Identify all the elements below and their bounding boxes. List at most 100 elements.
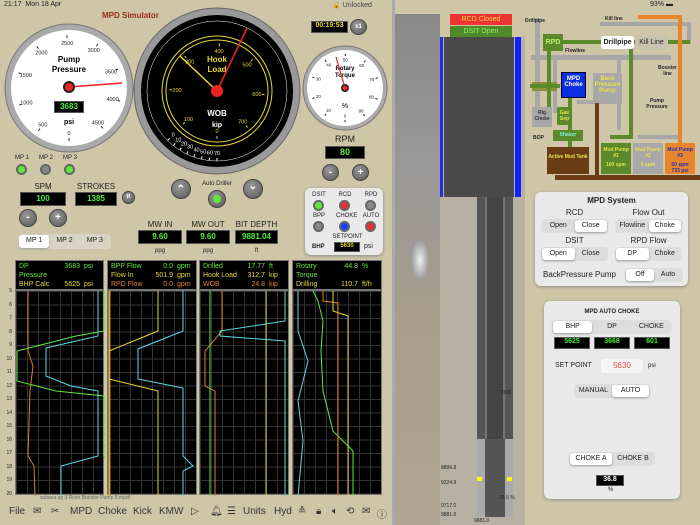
tick-label: 500 [242, 62, 251, 68]
tools-icon[interactable]: ✂ [51, 506, 59, 517]
indicator-label: AUTO [362, 213, 380, 219]
mud-pump-1[interactable]: Mud Pump #1 100 spm [601, 143, 631, 174]
indicator-label: CHOKE [336, 213, 358, 219]
tab-mp3[interactable]: MP 3 [80, 235, 110, 248]
setpoint-input[interactable]: 5630 [601, 359, 643, 373]
menu-hyd[interactable]: Hyd [274, 506, 292, 517]
depth-tick: 10 [6, 355, 12, 362]
drillpipe-toggle[interactable]: Drillpipe [601, 36, 634, 49]
bop-label: BOP [533, 135, 544, 141]
choke-a-button[interactable]: CHOKE A [570, 453, 612, 465]
bell-icon[interactable]: 🔔︎ [210, 506, 223, 517]
mp1-status-light [16, 164, 27, 175]
rpd_flow-option[interactable]: DP [616, 248, 649, 260]
bpp-auto[interactable]: Auto [654, 269, 682, 281]
choke-b-button[interactable]: CHOKE B [612, 453, 654, 465]
menu-kmw[interactable]: KMW [159, 506, 183, 517]
info-row: DP Pressure 3683 psi [19, 263, 93, 279]
pump-pressure-label: Pump Pressure [646, 98, 668, 110]
depth-tick: 6 [9, 301, 12, 308]
sliders-icon[interactable]: ☰ [227, 506, 236, 517]
dsit-option[interactable]: Close [575, 248, 608, 260]
auto-driller-label: Auto Driller [202, 181, 232, 187]
auto-button[interactable]: AUTO [612, 385, 649, 397]
tick-label: 70 [214, 151, 220, 157]
wellbore-section [440, 37, 525, 525]
tick-label: 50 [343, 58, 349, 63]
menu-mpd[interactable]: MPD [70, 506, 92, 517]
auto-driller-button[interactable] [208, 190, 226, 208]
readout-value: 9881.04 [235, 230, 278, 244]
lock-icon[interactable]: 🔒︎ [316, 506, 321, 517]
tab-mp2[interactable]: MP 2 [49, 235, 79, 248]
bpp-off[interactable]: Off [626, 269, 654, 281]
info-panel: Drilled 17.77 ft Hook Load 312.7 kip WOB 24.8 ki… [199, 260, 289, 297]
rcd-toggle: Open Close [541, 219, 608, 233]
drill-down-button[interactable]: ⌄ [243, 179, 263, 199]
info-icon[interactable]: ⓘ [377, 506, 387, 521]
tick-label: 2000 [35, 50, 47, 56]
tab-choke[interactable]: CHOKE [632, 321, 671, 333]
dp-value: 3668 [594, 337, 630, 349]
menu-file[interactable]: File [9, 506, 25, 517]
rcd-status: RCD Closed [450, 14, 512, 25]
repeat-icon[interactable]: ⟲ [346, 506, 354, 517]
mud-pump-2[interactable]: Mud Pump #2 0 spm [633, 143, 663, 174]
rig-choke-box[interactable]: Rig Choke [532, 107, 552, 127]
play-icon[interactable]: ▷ [191, 506, 199, 517]
tick-label: 60 [359, 63, 365, 68]
rpd-box[interactable]: RPD [543, 34, 563, 51]
tab-bhp[interactable]: BHP [553, 321, 593, 333]
drill-up-button[interactable]: ⌃ [171, 179, 191, 199]
mail-icon[interactable]: ✉ [362, 506, 370, 517]
dsit-option[interactable]: Open [542, 248, 575, 260]
mud-pump-3[interactable]: Mud Pump #3 60 spm 733 psi [665, 143, 695, 174]
active-mud-tank[interactable]: Active Mud Tank [547, 147, 589, 174]
rpm-plus-button[interactable]: + [352, 164, 369, 181]
reset-strokes-button[interactable]: R [122, 191, 135, 204]
tab-dp[interactable]: DP [592, 321, 631, 333]
speed-button[interactable]: x1 [350, 19, 367, 35]
kill-line-toggle[interactable]: Kill Line [635, 36, 668, 49]
setpoint-value: 5630 [334, 242, 360, 252]
email-open-icon[interactable]: ✉ [33, 506, 41, 517]
info-panel: BPP Flow 0.0 gpm Flow In 501.9 gpm RPD Flow 0.0… [107, 260, 197, 297]
mute-icon[interactable]: 🔈︎ [332, 506, 338, 517]
rpm-minus-button[interactable]: - [322, 164, 339, 181]
rcd-option[interactable]: Close [574, 220, 607, 232]
tick-label: 30 [187, 145, 193, 151]
menu-choke[interactable]: Choke [98, 506, 127, 517]
tick-label: 600 [252, 92, 261, 98]
flow_out-option[interactable]: Choke [648, 220, 681, 232]
mp2-status-light [40, 164, 51, 175]
info-row: RPD Flow 0.0 gpm [111, 281, 191, 288]
indicator-label: DSIT [312, 192, 326, 198]
menu-kick[interactable]: Kick [133, 506, 152, 517]
sim-timer: 00:19:53 [311, 21, 348, 33]
gas-separator-box[interactable]: Gas Sep [557, 107, 572, 125]
tick-label: 80 [369, 95, 375, 100]
indicator-dsit-light [313, 200, 324, 211]
mpd-choke-box[interactable]: MPD Choke [561, 72, 586, 98]
tick-label: 2500 [61, 41, 73, 47]
svg-text:%: % [342, 103, 348, 110]
shaker-box[interactable]: Shaker [553, 130, 583, 141]
rcd-option[interactable]: Open [542, 220, 575, 232]
tick-label: 50 [200, 149, 206, 155]
spm-minus-button[interactable]: - [19, 209, 37, 227]
layers-icon[interactable]: ≙ [298, 506, 306, 517]
hook-load-gauge: 0100200300400500600700706050403020100 Ho… [133, 7, 301, 175]
flow_out-option[interactable]: Flowline [616, 220, 649, 232]
back-pressure-pump-box[interactable]: Back Pressure Pump [593, 73, 622, 103]
depth-tick: 8 [9, 328, 12, 335]
depth-label: 9224.9 [441, 480, 457, 486]
spm-plus-button[interactable]: + [49, 209, 67, 227]
tick-label: 10 [175, 137, 181, 143]
readout-label: MW OUT [191, 220, 225, 229]
manual-button[interactable]: MANUAL [575, 385, 612, 397]
rcd-label: RCD [565, 208, 584, 217]
rpd_flow-option[interactable]: Choke [649, 248, 682, 260]
tab-mp1[interactable]: MP 1 [19, 235, 50, 248]
menu-units[interactable]: Units [243, 506, 266, 517]
rpm-label: RPM [335, 134, 355, 144]
